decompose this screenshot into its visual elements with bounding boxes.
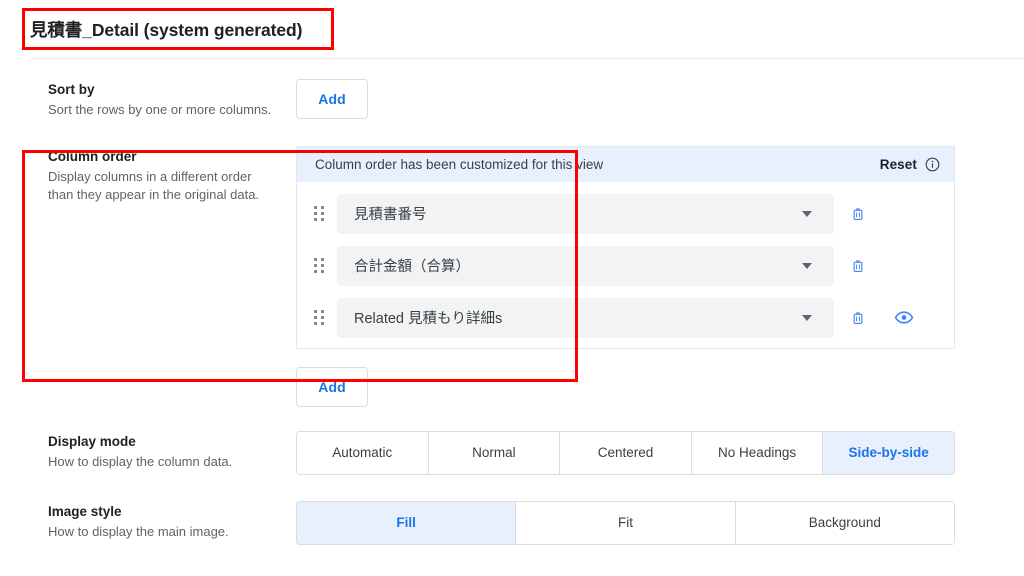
- page-header: 見積書_Detail (system generated): [0, 0, 1024, 58]
- sort-by-title: Sort by: [48, 82, 95, 97]
- display-mode-section: Display mode How to display the column d…: [0, 430, 1024, 475]
- image-style-title: Image style: [48, 503, 122, 519]
- column-order-list: 見積書番号 合計金額（合算） Related 見積もり詳細s: [297, 182, 954, 348]
- sort-by-control: Add: [296, 79, 964, 119]
- trash-icon[interactable]: [848, 204, 868, 224]
- display-mode-control: Automatic Normal Centered No Headings Si…: [296, 430, 964, 475]
- column-order-customized-banner: Column order has been customized for thi…: [297, 146, 954, 182]
- column-select-0[interactable]: 見積書番号: [337, 193, 834, 234]
- display-mode-segmented-control: Automatic Normal Centered No Headings Si…: [296, 430, 955, 475]
- column-order-panel: Column order has been customized for thi…: [296, 145, 955, 349]
- reset-column-order-button[interactable]: Reset: [880, 157, 917, 172]
- column-order-section: Column order Display columns in a differ…: [0, 145, 1024, 407]
- display-mode-title: Display mode: [48, 433, 136, 449]
- trash-icon[interactable]: [848, 308, 868, 328]
- image-style-label-group: Image style How to display the main imag…: [48, 501, 296, 542]
- row-actions: [834, 308, 946, 328]
- image-style-section: Image style How to display the main imag…: [0, 500, 1024, 545]
- drag-handle-icon[interactable]: [311, 205, 327, 223]
- trash-icon[interactable]: [848, 256, 868, 276]
- column-order-description: Display columns in a different order tha…: [48, 168, 260, 203]
- drag-handle-icon[interactable]: [311, 257, 327, 275]
- image-style-segmented-control: Fill Fit Background: [296, 500, 955, 545]
- image-style-option-fit[interactable]: Fit: [516, 501, 736, 544]
- row-actions: [834, 256, 946, 276]
- column-order-control: Column order has been customized for thi…: [296, 145, 964, 407]
- column-select-value: Related 見積もり詳細s: [354, 311, 503, 327]
- info-circle-icon[interactable]: [925, 157, 940, 172]
- sort-by-section: Sort by Sort the rows by one or more col…: [0, 79, 1024, 120]
- image-style-description: How to display the main image.: [48, 523, 229, 539]
- column-select-value: 合計金額（合算）: [354, 259, 470, 275]
- display-mode-option-side-by-side[interactable]: Side-by-side: [823, 431, 954, 474]
- column-order-add-button[interactable]: Add: [296, 366, 368, 407]
- chevron-down-icon: [802, 210, 812, 217]
- display-mode-option-centered[interactable]: Centered: [560, 431, 692, 474]
- eye-icon[interactable]: [894, 308, 914, 328]
- column-select-2[interactable]: Related 見積もり詳細s: [337, 297, 834, 338]
- column-select-value: 見積書番号: [354, 207, 427, 223]
- header-divider: [30, 58, 1024, 59]
- sort-by-description: Sort the rows by one or more columns.: [48, 102, 272, 117]
- display-mode-label-group: Display mode How to display the column d…: [48, 431, 296, 472]
- sort-by-label-group: Sort by Sort the rows by one or more col…: [48, 79, 296, 120]
- display-mode-option-no-headings[interactable]: No Headings: [691, 431, 824, 474]
- banner-message: Column order has been customized for thi…: [315, 156, 604, 172]
- display-mode-option-normal[interactable]: Normal: [428, 431, 561, 474]
- image-style-option-background[interactable]: Background: [735, 501, 954, 544]
- chevron-down-icon: [802, 262, 812, 269]
- column-order-row: 見積書番号: [297, 188, 954, 240]
- row-actions: [834, 204, 946, 224]
- chevron-down-icon: [802, 314, 812, 321]
- column-select-1[interactable]: 合計金額（合算）: [337, 245, 834, 286]
- display-mode-description: How to display the column data.: [48, 453, 233, 469]
- column-order-add-wrap: Add: [296, 366, 964, 407]
- column-order-label-group: Column order Display columns in a differ…: [48, 146, 296, 205]
- display-mode-option-automatic[interactable]: Automatic: [297, 431, 429, 474]
- image-style-control: Fill Fit Background: [296, 500, 964, 545]
- column-order-row: Related 見積もり詳細s: [297, 292, 954, 344]
- column-order-row: 合計金額（合算）: [297, 240, 954, 292]
- image-style-option-fill[interactable]: Fill: [297, 501, 517, 544]
- drag-handle-icon[interactable]: [311, 309, 327, 327]
- page-title: 見積書_Detail (system generated): [30, 19, 303, 40]
- column-order-title: Column order: [48, 148, 137, 164]
- sort-by-add-button[interactable]: Add: [296, 79, 368, 119]
